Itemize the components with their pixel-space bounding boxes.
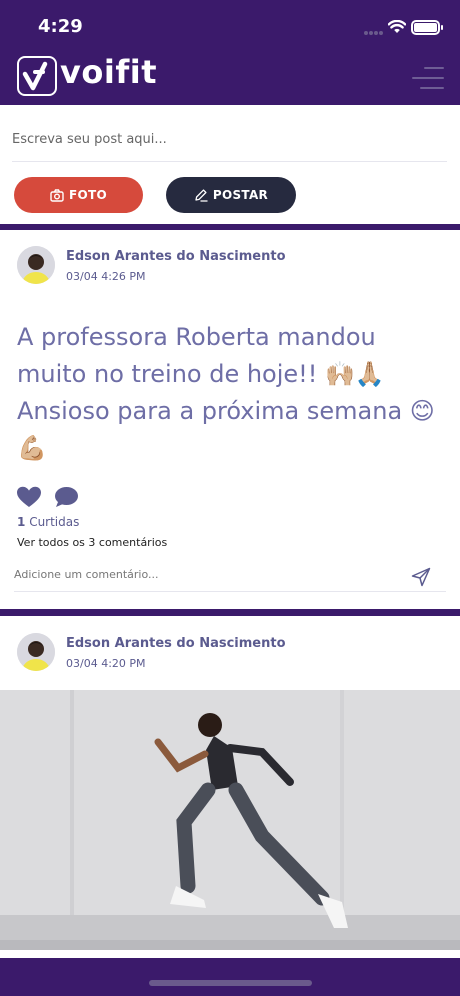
post-input[interactable] [12,126,447,162]
logo-check-icon [17,56,57,96]
status-bar: 4:29 [0,0,460,52]
pencil-icon [195,189,208,202]
logo: voifit [60,53,157,91]
home-indicator[interactable] [149,980,312,986]
cellular-signal-icon [364,31,384,35]
post-button[interactable]: POSTAR [166,177,296,213]
section-divider [0,609,460,616]
post-author[interactable]: Edson Arantes do Nascimento [66,249,286,264]
battery-icon [411,20,443,35]
comment-icon[interactable] [54,486,79,508]
camera-icon [50,188,64,202]
heart-icon[interactable] [16,486,42,508]
post-image[interactable] [0,690,460,950]
tab-bar [0,958,460,996]
avatar[interactable] [17,246,55,284]
post-text: A professora Roberta mandou muito no tre… [17,323,435,462]
photo-button[interactable]: FOTO [14,177,143,213]
hamburger-icon[interactable] [412,67,444,89]
send-icon[interactable] [411,567,431,587]
likes-count[interactable]: 1 Curtidas [17,515,79,529]
likes-number: 1 [17,515,26,529]
comment-input[interactable] [14,564,446,592]
likes-label: Curtidas [29,515,80,529]
app-header: voifit [0,52,460,105]
post-timestamp: 03/04 4:20 PM [66,657,146,670]
post-author[interactable]: Edson Arantes do Nascimento [66,636,286,651]
status-time: 4:29 [38,16,83,37]
wifi-icon [388,20,406,33]
photo-button-label: FOTO [69,188,107,202]
avatar[interactable] [17,633,55,671]
view-comments-link[interactable]: Ver todos os 3 comentários [17,536,167,549]
post-timestamp: 03/04 4:26 PM [66,270,146,283]
post-button-label: POSTAR [212,188,269,202]
section-divider [0,224,460,230]
